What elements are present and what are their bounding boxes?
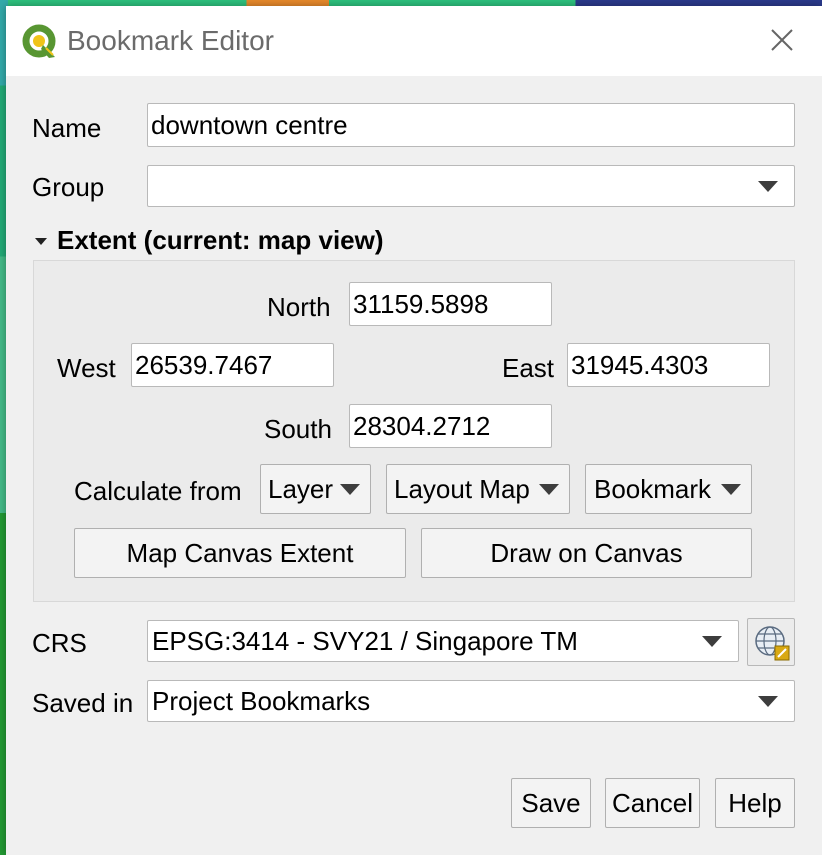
name-input[interactable]: downtown centre — [147, 103, 795, 147]
qgis-logo-icon — [22, 24, 58, 60]
saved-in-combobox[interactable]: Project Bookmarks — [147, 680, 795, 722]
chevron-down-icon — [539, 484, 559, 495]
crs-combobox[interactable]: EPSG:3414 - SVY21 / Singapore TM — [147, 620, 739, 662]
crs-select-button[interactable] — [747, 618, 795, 666]
saved-in-value: Project Bookmarks — [152, 686, 371, 716]
help-button[interactable]: Help — [715, 778, 795, 828]
draw-on-canvas-button[interactable]: Draw on Canvas — [421, 528, 752, 578]
south-input[interactable]: 28304.2712 — [349, 404, 552, 448]
cancel-button[interactable]: Cancel — [605, 778, 700, 828]
north-input[interactable]: 31159.5898 — [349, 282, 552, 326]
crs-label: CRS — [32, 628, 87, 658]
chevron-down-icon — [758, 181, 778, 192]
collapse-arrow-icon[interactable] — [35, 238, 47, 245]
layer-dropdown-button[interactable]: Layer — [260, 464, 371, 514]
west-input[interactable]: 26539.7467 — [131, 343, 334, 387]
group-combobox[interactable] — [147, 165, 795, 207]
layout-map-dropdown-button[interactable]: Layout Map — [386, 464, 570, 514]
globe-crs-icon — [753, 624, 791, 669]
chevron-down-icon — [758, 696, 778, 707]
bookmark-button-label: Bookmark — [594, 474, 712, 504]
bookmark-dropdown-button[interactable]: Bookmark — [585, 464, 752, 514]
north-label: North — [267, 292, 331, 322]
west-label: West — [57, 353, 116, 383]
saved-in-label: Saved in — [32, 688, 134, 718]
east-label: East — [502, 353, 555, 383]
window-title: Bookmark Editor — [67, 25, 274, 56]
close-icon[interactable] — [762, 20, 802, 60]
chevron-down-icon — [702, 636, 722, 647]
east-input[interactable]: 31945.4303 — [567, 343, 770, 387]
chevron-down-icon — [340, 484, 360, 495]
layout-map-button-label: Layout Map — [394, 474, 530, 504]
save-button[interactable]: Save — [511, 778, 591, 828]
title-bar: Bookmark Editor — [6, 6, 822, 76]
name-label: Name — [32, 113, 102, 143]
chevron-down-icon — [721, 484, 741, 495]
map-canvas-extent-button[interactable]: Map Canvas Extent — [74, 528, 406, 578]
south-label: South — [264, 414, 332, 444]
layer-button-label: Layer — [268, 474, 334, 504]
group-label: Group — [32, 172, 105, 202]
bookmark-editor-dialog: Bookmark Editor Name downtown centre Gro… — [6, 6, 822, 855]
calculate-from-label: Calculate from — [74, 476, 242, 506]
crs-value: EPSG:3414 - SVY21 / Singapore TM — [152, 626, 578, 656]
extent-section-title[interactable]: Extent (current: map view) — [57, 225, 384, 256]
